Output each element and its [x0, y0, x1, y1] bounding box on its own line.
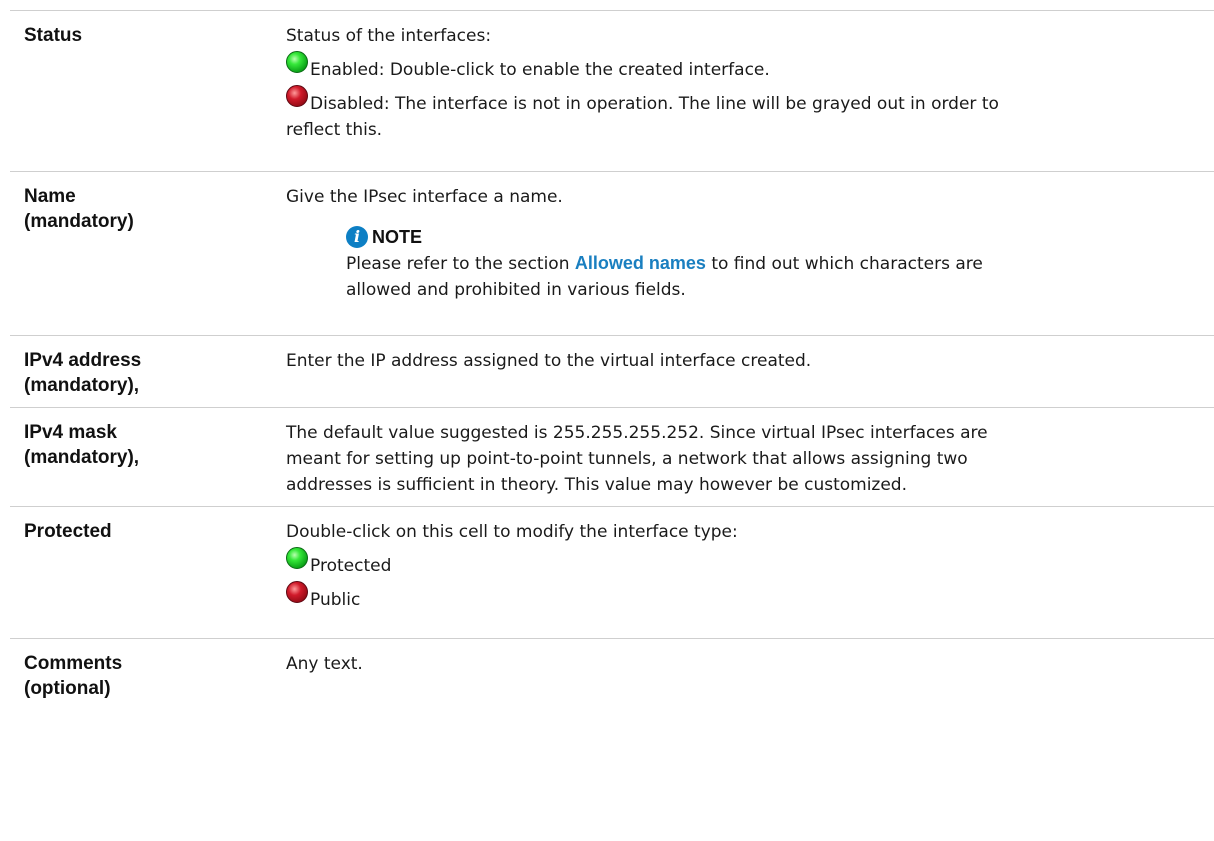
row-description: Enter the IP address assigned to the vir…	[286, 351, 812, 371]
row-label: Comments	[24, 653, 123, 674]
note-box: i NOTE Please refer to the section Allow…	[346, 224, 1202, 303]
green-led-icon	[286, 547, 308, 569]
red-led-icon	[286, 85, 308, 107]
row-description: Double-click on this cell to modify the …	[286, 522, 738, 610]
row-label: IPv4 mask	[24, 422, 117, 443]
row-label: IPv4 address	[24, 350, 142, 371]
row-label: Name	[24, 186, 76, 207]
row-description: Give the IPsec interface a name. i NOTE …	[286, 172, 1214, 335]
parameters-table: Status Status of the interfaces: Enabled…	[10, 10, 1214, 779]
row-description: Any text.	[286, 654, 363, 674]
row-label: Protected	[24, 521, 112, 542]
table-row-status: Status Status of the interfaces: Enabled…	[10, 11, 1214, 172]
row-description: The default value suggested is 255.255.2…	[286, 423, 988, 495]
allowed-names-link[interactable]: Allowed names	[575, 253, 706, 273]
note-title: NOTE	[372, 227, 423, 247]
info-icon: i	[346, 226, 368, 248]
table-row-ipv4-mask: IPv4 mask (mandatory), The default value…	[10, 408, 1214, 507]
table-row-name: Name (mandatory) Give the IPsec interfac…	[10, 172, 1214, 336]
green-led-icon	[286, 51, 308, 73]
table-row-comments: Comments (optional) Any text.	[10, 639, 1214, 779]
row-description: Status of the interfaces: Enabled: Doubl…	[286, 26, 999, 140]
row-label: Status	[24, 25, 83, 46]
red-led-icon	[286, 581, 308, 603]
table-row-ipv4-address: IPv4 address (mandatory), Enter the IP a…	[10, 336, 1214, 408]
table-row-protected: Protected Double-click on this cell to m…	[10, 507, 1214, 639]
